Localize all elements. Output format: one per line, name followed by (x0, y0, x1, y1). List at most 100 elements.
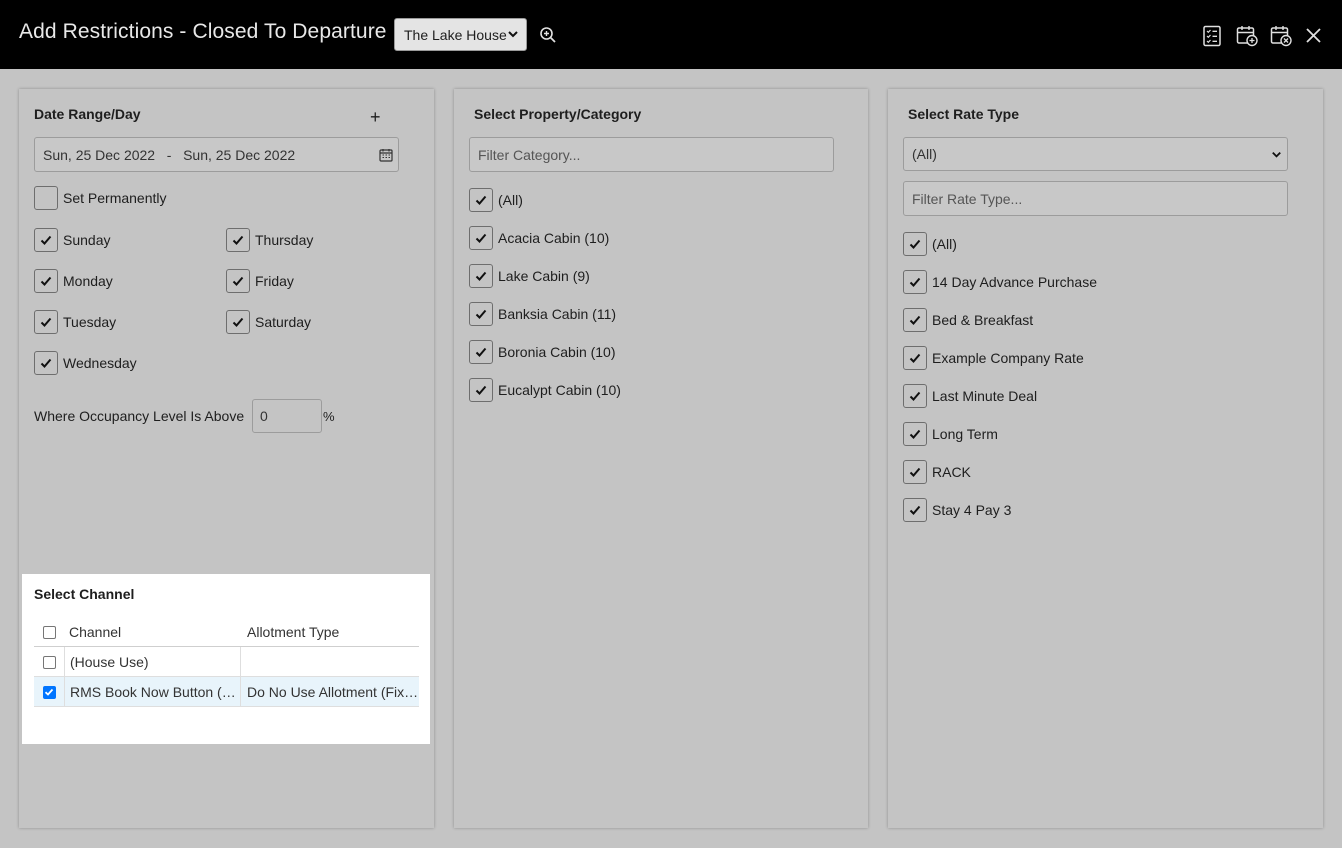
sunday-label: Sunday (63, 232, 111, 248)
wednesday-label: Wednesday (63, 355, 137, 371)
rate-type-select[interactable]: (All) (903, 137, 1288, 171)
save-add-icon[interactable] (1236, 25, 1258, 47)
category-item-label: Lake Cabin (9) (498, 268, 590, 284)
channel-table-header: Channel Allotment Type (34, 617, 419, 647)
tuesday-label: Tuesday (63, 314, 117, 330)
channel-cell: (House Use) (64, 647, 241, 677)
category-checkbox[interactable] (469, 264, 493, 288)
rate-checkbox[interactable] (903, 422, 927, 446)
check-icon (232, 276, 244, 286)
category-checkbox[interactable] (469, 378, 493, 402)
property-select-value: The Lake House (404, 26, 507, 43)
rate-checkbox[interactable] (903, 308, 927, 332)
select-all-channels-checkbox[interactable] (42, 625, 56, 639)
check-icon (40, 358, 52, 368)
check-icon (909, 505, 921, 515)
monday-checkbox[interactable] (34, 269, 58, 293)
rate-item-label: Last Minute Deal (932, 388, 1038, 404)
thursday-label: Thursday (255, 232, 314, 248)
check-icon (909, 315, 921, 325)
add-date-range-button[interactable]: + (370, 108, 381, 126)
select-channel-panel: Select Channel Channel Allotment Type (H… (22, 574, 430, 744)
check-icon (909, 467, 921, 477)
table-row[interactable]: RMS Book Now Button (RMS Book Now Button… (34, 677, 419, 707)
set-permanently-label: Set Permanently (63, 190, 167, 206)
calendar-icon[interactable] (379, 148, 393, 162)
rate-checkbox[interactable] (903, 270, 927, 294)
rate-type-heading: Select Rate Type (908, 106, 1020, 122)
rate-item-label: Stay 4 Pay 3 (932, 502, 1012, 518)
channel-cell: RMS Book Now Button (RMS Book Now Button… (64, 677, 241, 707)
check-icon (232, 317, 244, 327)
filter-rate-type-input[interactable]: Filter Rate Type... (903, 181, 1288, 216)
check-icon (40, 317, 52, 327)
occupancy-label: Where Occupancy Level Is Above (34, 408, 245, 424)
rate-all-checkbox[interactable] (903, 232, 927, 256)
check-icon (909, 391, 921, 401)
check-icon (475, 271, 487, 281)
category-item-label: Acacia Cabin (10) (498, 230, 610, 246)
page-title: Add Restrictions - Closed To Departure (19, 20, 387, 43)
tuesday-checkbox[interactable] (34, 310, 58, 334)
check-icon (475, 309, 487, 319)
saturday-label: Saturday (255, 314, 312, 330)
channel-column-header[interactable]: Channel (64, 617, 241, 647)
close-icon[interactable] (1303, 25, 1325, 47)
allotment-type-column-header[interactable]: Allotment Type (241, 617, 419, 647)
category-item-label: Eucalypt Cabin (10) (498, 382, 621, 398)
row-checkbox[interactable] (42, 685, 56, 699)
check-icon (909, 353, 921, 363)
table-row[interactable]: (House Use) (34, 647, 419, 677)
rate-item-label: RACK (932, 464, 971, 480)
save-close-icon[interactable] (1270, 25, 1292, 47)
property-select[interactable]: The Lake House (394, 18, 527, 51)
chevron-down-icon (508, 31, 518, 38)
date-range-field[interactable]: Sun, 25 Dec 2022 - Sun, 25 Dec 2022 (34, 137, 399, 172)
check-icon (40, 276, 52, 286)
wednesday-checkbox[interactable] (34, 351, 58, 375)
check-icon (475, 347, 487, 357)
occupancy-input[interactable]: 0 (252, 399, 322, 433)
category-heading: Select Property/Category (474, 106, 642, 122)
category-checkbox[interactable] (469, 302, 493, 326)
zoom-in-icon[interactable] (539, 26, 557, 44)
saturday-checkbox[interactable] (226, 310, 250, 334)
filter-category-input[interactable]: Filter Category... (469, 137, 834, 172)
rate-checkbox[interactable] (903, 384, 927, 408)
allotment-type-cell: Do No Use Allotment (Fixed) (247, 684, 419, 700)
date-range-value: Sun, 25 Dec 2022 - Sun, 25 Dec 2022 (43, 146, 296, 163)
category-item-label: Banksia Cabin (11) (498, 306, 617, 322)
top-bar: Add Restrictions - Closed To Departure T… (0, 0, 1342, 69)
check-icon (909, 277, 921, 287)
rate-checkbox[interactable] (903, 460, 927, 484)
checklist-icon[interactable] (1201, 25, 1223, 47)
category-item-label: (All) (498, 192, 523, 208)
channel-table: Channel Allotment Type (House Use) RMS B… (34, 617, 419, 707)
category-item-label: Boronia Cabin (10) (498, 344, 616, 360)
check-icon (475, 233, 487, 243)
check-icon (40, 235, 52, 245)
category-checkbox[interactable] (469, 340, 493, 364)
rate-checkbox[interactable] (903, 346, 927, 370)
friday-checkbox[interactable] (226, 269, 250, 293)
row-checkbox[interactable] (42, 655, 56, 669)
rate-checkbox[interactable] (903, 498, 927, 522)
category-checkbox[interactable] (469, 226, 493, 250)
rate-item-label: (All) (932, 236, 957, 252)
sunday-checkbox[interactable] (34, 228, 58, 252)
check-icon (475, 195, 487, 205)
occupancy-unit: % (323, 409, 335, 424)
rate-item-label: Long Term (932, 426, 998, 442)
monday-label: Monday (63, 273, 113, 289)
allotment-type-cell (241, 647, 419, 677)
check-icon (909, 429, 921, 439)
check-icon (44, 688, 54, 696)
friday-label: Friday (255, 273, 294, 289)
thursday-checkbox[interactable] (226, 228, 250, 252)
chevron-down-icon (1272, 151, 1281, 158)
rate-type-select-value: (All) (912, 146, 937, 162)
category-all-checkbox[interactable] (469, 188, 493, 212)
date-range-heading: Date Range/Day (34, 106, 141, 122)
select-channel-heading: Select Channel (34, 586, 135, 602)
set-permanently-checkbox[interactable] (34, 186, 58, 210)
